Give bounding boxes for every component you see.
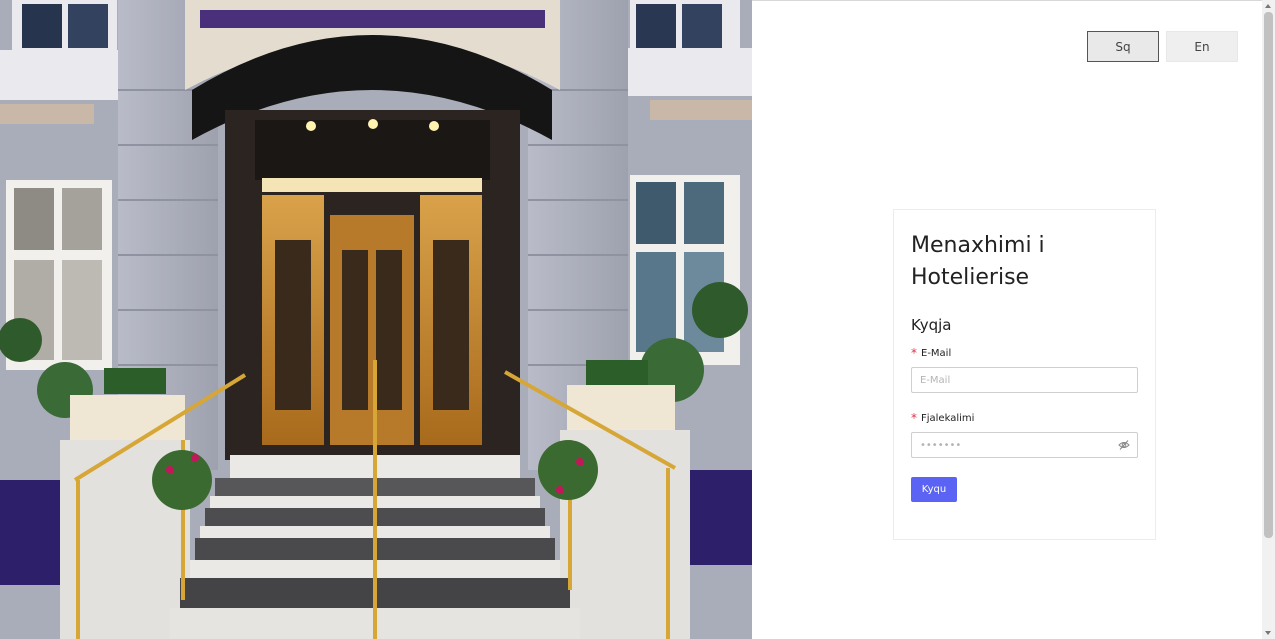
lang-en-button[interactable]: En	[1166, 31, 1238, 62]
app-title: Menaxhimi i Hotelierise	[911, 233, 1045, 290]
scroll-thumb[interactable]	[1264, 12, 1273, 538]
page-scrollbar[interactable]	[1262, 0, 1275, 639]
email-label-text: E-Mail	[921, 347, 952, 359]
scroll-up-icon[interactable]	[1265, 4, 1271, 8]
email-input[interactable]	[911, 367, 1138, 393]
required-marker: *	[911, 346, 917, 360]
login-panel: Sq En Menaxhimi i Hotelierise Kyqja * E-…	[752, 0, 1262, 639]
email-label: * E-Mail	[911, 346, 1138, 360]
password-input[interactable]	[911, 432, 1138, 458]
login-card: Menaxhimi i Hotelierise Kyqja * E-Mail *…	[893, 209, 1156, 540]
required-marker: *	[911, 411, 917, 425]
password-label-text: Fjalekalimi	[921, 412, 975, 424]
lang-sq-button[interactable]: Sq	[1087, 31, 1159, 62]
login-button[interactable]: Kyqu	[911, 477, 957, 502]
hero-image	[0, 0, 752, 639]
scroll-down-icon[interactable]	[1265, 631, 1271, 635]
password-label: * Fjalekalimi	[911, 411, 1138, 425]
email-field-group: * E-Mail	[911, 346, 1138, 393]
password-field-group: * Fjalekalimi	[911, 411, 1138, 458]
eye-off-icon[interactable]	[1118, 439, 1130, 451]
language-switch: Sq En	[1087, 31, 1238, 62]
login-heading: Kyqja	[911, 316, 952, 334]
